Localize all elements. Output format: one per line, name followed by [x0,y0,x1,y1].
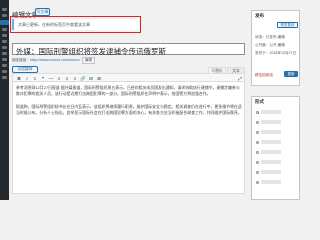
permalink-label: 固定链接： [12,58,30,62]
format-panel: 形式 [251,96,300,200]
publish-panel: 发布 预览更改 状态：已发布 编辑 公开度：公开 编辑 发布于：2018年12月… [251,10,300,86]
highlight-box [10,16,141,33]
editor-toolbar: B I ≡ ❝ — ≡ ≡ ≡ 🔗 ⊟ ⊞ ⤢ [12,73,245,82]
menu-item-icon[interactable] [2,52,7,55]
menu-item-icon[interactable] [2,70,7,73]
admin-menu[interactable] [0,0,9,200]
menu-item-icon[interactable] [2,64,7,67]
read-more-icon[interactable]: ⊟ [88,76,94,81]
date-line: 发布于：2018年12月27日 [255,51,297,55]
format-radio[interactable] [256,151,259,154]
format-radio[interactable] [256,181,259,184]
trash-link[interactable]: 移至回收站 [255,73,273,78]
post-title-text: 外媒：国际刑警组织将签发逮捕令传讯俄罗斯 [16,46,166,56]
publish-title: 发布 [255,13,264,18]
visibility-line: 公开度：公开 编辑 [255,43,285,47]
align-center-icon[interactable]: ≡ [64,76,70,81]
menu-item-icon[interactable] [2,28,7,31]
align-left-icon[interactable]: ≡ [56,76,62,81]
format-label [261,120,281,124]
permalink-url[interactable]: https://www.xxxxxx.com/xxxxxx [30,58,80,62]
format-radio[interactable] [256,121,259,124]
align-right-icon[interactable]: ≡ [72,76,78,81]
link-icon[interactable]: 🔗 [80,76,86,81]
format-label [261,110,281,114]
menu-item-dashboard-icon[interactable] [2,8,7,11]
format-radio[interactable] [256,131,259,134]
format-radio[interactable] [256,111,259,114]
menu-item-posts-icon[interactable] [0,20,9,25]
menu-item-icon[interactable] [2,14,7,17]
horizontal-rule-icon[interactable]: — [48,76,54,81]
fullscreen-icon[interactable]: ⤢ [237,76,243,81]
menu-item-icon[interactable] [2,40,7,43]
menu-item-icon[interactable] [2,46,7,49]
menu-item-icon[interactable] [2,58,7,61]
add-media-button[interactable]: 添加媒体 [12,66,38,73]
sidebar: 发布 预览更改 状态：已发布 编辑 公开度：公开 编辑 发布于：2018年12月… [251,10,300,200]
format-label [261,180,281,184]
format-title: 形式 [255,99,264,104]
bold-icon[interactable]: B [16,76,22,81]
toolbar-toggle-icon[interactable]: ⊞ [96,76,102,81]
format-label [261,170,281,174]
format-radio[interactable] [256,171,259,174]
format-radio[interactable] [256,141,259,144]
permalink-edit-button[interactable]: 编辑 [81,57,95,64]
post-title-field[interactable]: 外媒：国际刑警组织将签发逮捕令传讯俄罗斯 [12,43,245,56]
quote-icon[interactable]: ❝ [40,76,46,81]
format-label [261,130,281,134]
paragraph-2: 报道称，国际刑警组织秘书长在日内瓦表示，该组织将继续履行职责，维护国际安全与稳定… [16,104,242,115]
format-label [261,140,281,144]
format-label [261,160,281,164]
permalink-row: 固定链接：https://www.xxxxxx.com/xxxxxx 编辑 [12,57,245,64]
format-label [261,150,281,154]
bullet-list-icon[interactable]: ≡ [32,76,38,81]
editor-content[interactable]: 参考消息网12月27日报道 据外媒报道，国际刑警组织周五表示，已经向相关成员国发… [12,82,245,194]
add-new-post-button[interactable]: 写文章 [35,8,50,16]
preview-button[interactable]: 预览更改 [277,22,298,28]
paragraph-1: 参考消息网12月27日报道 据外媒报道，国际刑警组织周五表示，已经向相关成员国发… [16,85,240,96]
menu-item-icon[interactable] [2,34,7,37]
status-line: 状态：已发布 编辑 [255,35,285,39]
format-radio[interactable] [256,161,259,164]
update-button[interactable]: 更新 [284,71,298,77]
menu-item-icon[interactable] [2,76,7,79]
italic-icon[interactable]: I [24,76,30,81]
